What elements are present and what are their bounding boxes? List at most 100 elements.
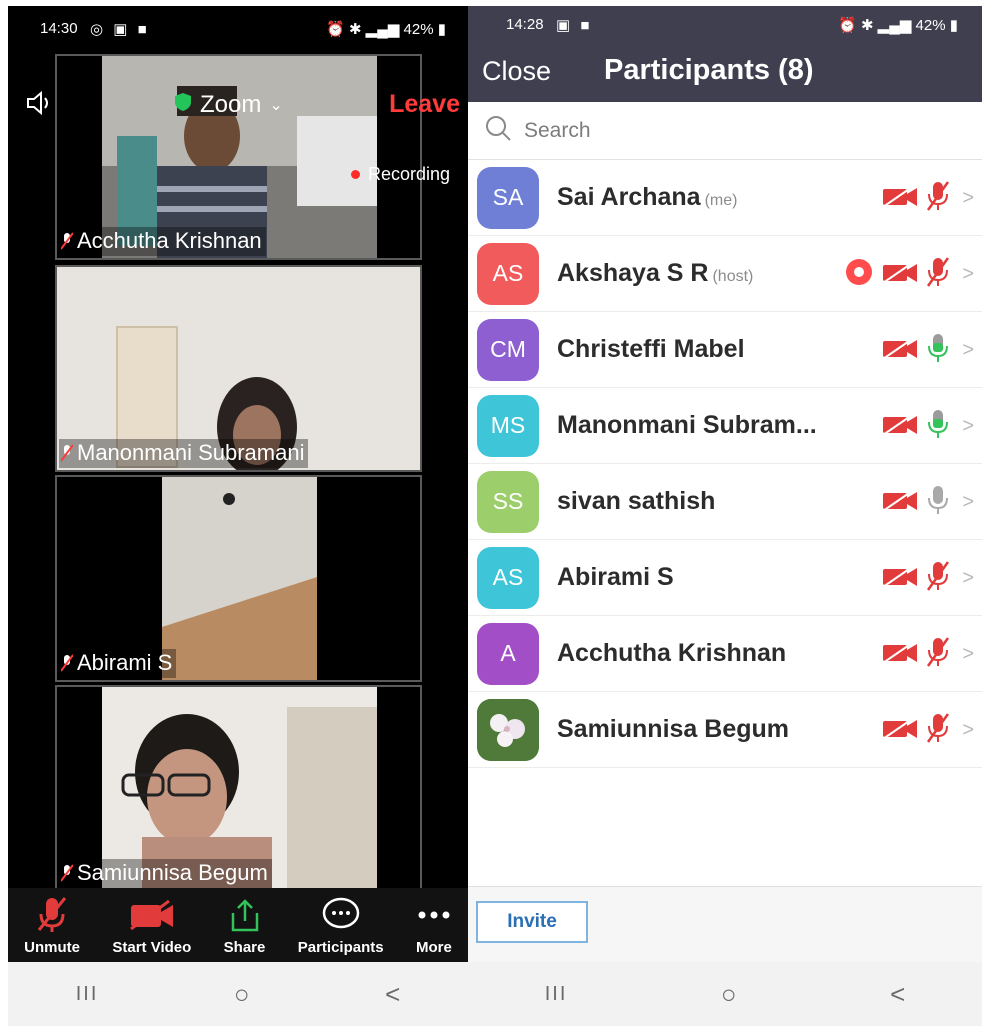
screenshot-root: 14:30 ◎ ▣ ■ ⏰ ✱ ▂▄▆ 42% ▮ Acchutha Krish… <box>0 0 982 1026</box>
participant-name: Abirami S <box>77 650 173 675</box>
participant-row[interactable]: MS Manonmani Subram... > <box>468 388 982 464</box>
avatar: AS <box>477 546 539 609</box>
mic-muted-icon <box>60 231 74 251</box>
participants-header: 14:28 ▣ ■ ⏰ ✱ ▂▄▆ 42% ▮ Close Participan… <box>468 6 982 102</box>
meeting-screen: 14:30 ◎ ▣ ■ ⏰ ✱ ▂▄▆ 42% ▮ Acchutha Krish… <box>8 6 468 962</box>
shield-icon <box>174 91 192 119</box>
meeting-title[interactable]: Zoom ⌄ <box>174 91 283 119</box>
participant-row[interactable]: Samiunnisa Begum > <box>468 692 982 768</box>
avatar: MS <box>477 394 539 457</box>
avatar: CM <box>477 318 539 381</box>
participant-name: Manonmani Subram... <box>557 411 817 439</box>
video-tile[interactable]: Samiunnisa Begum <box>55 685 422 892</box>
participant-row[interactable]: AS Abirami S > <box>468 540 982 616</box>
search-icon <box>484 114 512 148</box>
android-nav-bar: III ○ < <box>468 962 982 1026</box>
back-button[interactable]: < <box>890 979 905 1010</box>
status-time: 14:28 <box>506 16 544 33</box>
participant-status-icons: > <box>882 464 974 540</box>
invite-bar: Invite <box>468 886 982 962</box>
avatar: SA <box>477 166 539 229</box>
participant-name: Samiunnisa Begum <box>77 860 268 885</box>
meeting-header: Zoom ⌄ Leave <box>8 88 468 128</box>
participant-status-icons: > <box>882 692 974 768</box>
mic-muted-icon <box>60 443 74 463</box>
more-button[interactable]: More <box>416 895 452 956</box>
participant-role-tag: (me) <box>704 192 738 209</box>
participant-status-icons: > <box>882 388 974 464</box>
meeting-toolbar: Unmute Start Video Share Participants Mo… <box>8 888 468 962</box>
avatar <box>477 698 539 761</box>
video-off-icon <box>882 183 918 213</box>
participant-status-icons: > <box>882 312 974 388</box>
chevron-down-icon: ⌄ <box>269 97 283 114</box>
participant-row[interactable]: A Acchutha Krishnan > <box>468 616 982 692</box>
mic-muted-icon <box>926 256 950 293</box>
record-dot-icon <box>350 170 360 179</box>
participant-name: Acchutha Krishnan <box>557 639 787 667</box>
chevron-right-icon: > <box>962 338 974 361</box>
video-off-icon <box>129 895 175 935</box>
tile-name-label: Abirami S <box>59 649 177 678</box>
recording-label: Recording <box>367 164 450 184</box>
notification-icons: ◎ ▣ ■ <box>90 21 150 38</box>
leave-button[interactable]: Leave <box>389 90 460 119</box>
home-button[interactable]: ○ <box>721 979 737 1010</box>
avatar: SS <box>477 470 539 533</box>
back-button[interactable]: < <box>385 979 400 1010</box>
participant-name: Manonmani Subramani <box>77 440 305 465</box>
participant-name: Akshaya S R (host) <box>557 259 754 287</box>
unmute-button[interactable]: Unmute <box>24 895 80 956</box>
android-nav-bar: III ○ < <box>8 962 468 1026</box>
participant-name: Christeffi Mabel <box>557 335 745 363</box>
video-off-icon <box>882 259 918 289</box>
status-time: 14:30 <box>40 20 78 37</box>
mic-muted-icon <box>37 895 67 935</box>
video-off-icon <box>882 563 918 593</box>
invite-button[interactable]: Invite <box>476 901 588 943</box>
participant-row[interactable]: CM Christeffi Mabel > <box>468 312 982 388</box>
participant-row[interactable]: SA Sai Archana (me) > <box>468 160 982 236</box>
status-bar: 14:28 ▣ ■ ⏰ ✱ ▂▄▆ 42% ▮ <box>468 6 982 42</box>
status-battery: ⏰ ✱ ▂▄▆ 42% ▮ <box>326 21 446 38</box>
recents-button[interactable]: III <box>545 983 568 1006</box>
mic-icon <box>926 484 950 521</box>
chevron-right-icon: > <box>962 642 974 665</box>
chevron-right-icon: > <box>962 186 974 209</box>
recording-indicator: Recording <box>350 164 450 185</box>
participant-status-icons: > <box>844 236 974 312</box>
home-button[interactable]: ○ <box>234 979 250 1010</box>
mic-muted-icon <box>926 180 950 217</box>
participant-list: SA Sai Archana (me) > AS Akshaya S R (host) > CM… <box>468 160 982 768</box>
video-off-icon <box>882 411 918 441</box>
tile-name-label: Acchutha Krishnan <box>59 227 266 256</box>
participant-name: sivan sathish <box>557 487 716 515</box>
video-tile[interactable]: Acchutha Krishnan <box>55 54 422 260</box>
avatar: A <box>477 622 539 685</box>
close-button[interactable]: Close <box>482 56 551 87</box>
participant-row[interactable]: AS Akshaya S R (host) > <box>468 236 982 312</box>
start-video-button[interactable]: Start Video <box>112 895 191 956</box>
video-off-icon <box>882 639 918 669</box>
participants-button[interactable]: Participants <box>298 895 384 956</box>
recents-button[interactable]: III <box>76 983 99 1006</box>
recording-icon <box>844 257 874 292</box>
speaker-icon[interactable] <box>24 88 54 123</box>
video-off-icon <box>882 715 918 745</box>
video-tile[interactable]: Abirami S <box>55 475 422 682</box>
mic-muted-icon <box>926 712 950 749</box>
mic-icon <box>926 332 950 369</box>
participant-name: Sai Archana (me) <box>557 183 738 211</box>
participant-name: Abirami S <box>557 563 674 591</box>
participant-status-icons: > <box>882 540 974 616</box>
video-tile[interactable]: Manonmani Subramani <box>55 265 422 472</box>
share-icon <box>229 895 261 935</box>
notification-icons: ▣ ■ <box>556 17 593 34</box>
participant-name: Acchutha Krishnan <box>77 228 262 253</box>
avatar: AS <box>477 242 539 305</box>
search-input[interactable]: Search <box>468 102 982 160</box>
tile-name-label: Manonmani Subramani <box>59 439 309 468</box>
chevron-right-icon: > <box>962 490 974 513</box>
participant-row[interactable]: SS sivan sathish > <box>468 464 982 540</box>
share-button[interactable]: Share <box>224 895 265 956</box>
